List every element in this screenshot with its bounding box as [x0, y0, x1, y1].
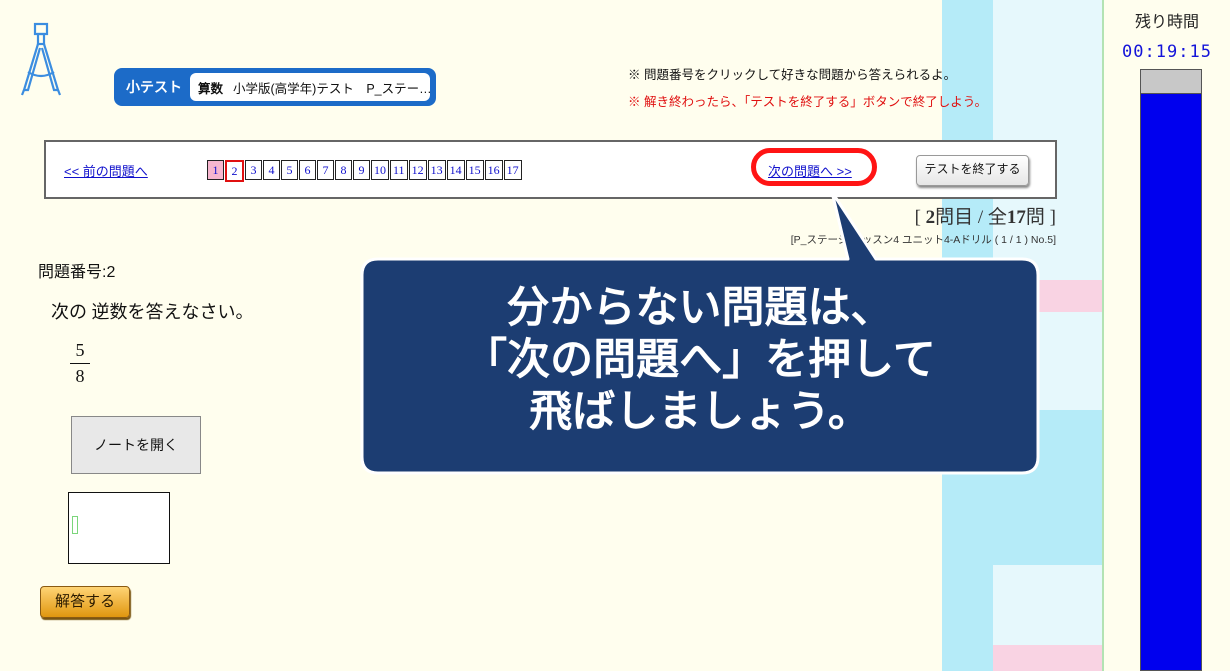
callout-text: 分からない問題は、 「次の問題へ」を押して 飛ばしましょう。 [362, 282, 1038, 438]
callout-line-2: 「次の問題へ」を押して [464, 336, 936, 384]
callout-line-1: 分からない問題は、 [506, 284, 894, 332]
callout-line-3: 飛ばしましょう。 [529, 388, 871, 436]
